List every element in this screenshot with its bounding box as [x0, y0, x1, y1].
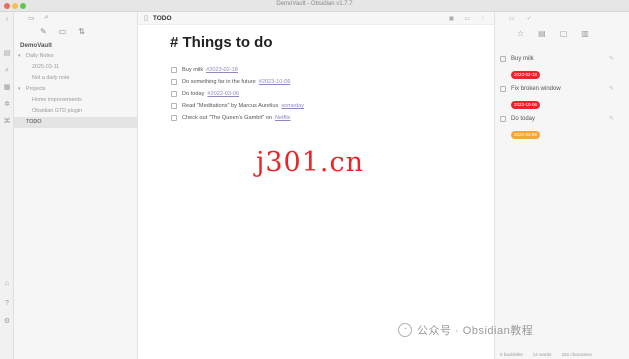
- right-toolbar: ☆ ▤ ▢ ▥: [495, 24, 629, 42]
- file-explorer: ▭ ⌕ ✎ ▭ ⇅ DemoVault ▾ Daily Notes 2025-0…: [14, 12, 138, 359]
- command-icon[interactable]: ⌘: [3, 118, 11, 126]
- note-heading[interactable]: # Things to do: [170, 34, 273, 51]
- folder-tab-icon[interactable]: ▭: [28, 14, 35, 22]
- task-text[interactable]: Check out "The Queen's Gambit" on: [182, 115, 272, 121]
- right-tab-bar: ▭ ✓: [495, 12, 629, 24]
- task-checkbox[interactable]: [171, 67, 177, 73]
- new-folder-icon[interactable]: ▭: [59, 27, 67, 36]
- explorer-tab-bar: ▭ ⌕: [14, 12, 137, 24]
- more-options-icon[interactable]: ⋮: [480, 15, 486, 22]
- search-icon[interactable]: ⌕: [3, 67, 11, 75]
- task-checkbox[interactable]: [171, 91, 177, 97]
- task-item: Buy milk #2023-02-18: [171, 64, 304, 76]
- file-item[interactable]: Obsidian GTD plugin: [14, 106, 137, 117]
- task-item: Do today #2022-03-06: [171, 88, 304, 100]
- right-sidebar: ▭ ✓ ☆ ▤ ▢ ▥ Buy milk 2023-02-18 ✎ Fix br…: [494, 12, 629, 359]
- word-count: 14 words: [532, 352, 552, 357]
- file-item[interactable]: Not a daily note: [14, 73, 137, 84]
- window-title: DemoVault - Obsidian v1.7.7: [276, 1, 353, 7]
- folder-projects[interactable]: ▾ Projects: [14, 84, 137, 95]
- folder-label: Projects: [26, 86, 46, 92]
- task-checkbox[interactable]: [500, 85, 506, 92]
- title-bar: DemoVault - Obsidian v1.7.7: [0, 0, 629, 12]
- chevron-down-icon: ▾: [18, 53, 21, 59]
- trash-icon[interactable]: ▥: [581, 29, 589, 38]
- vault-switch-icon[interactable]: ⌂: [3, 280, 11, 288]
- document-icon: ▯: [144, 15, 148, 22]
- folder-daily-notes[interactable]: ▾ Daily Notes: [14, 51, 137, 62]
- vault-name[interactable]: DemoVault: [14, 38, 137, 51]
- edit-icon[interactable]: ✎: [609, 85, 614, 92]
- task-tag-link[interactable]: #2023-10-06: [259, 79, 291, 85]
- check-icon[interactable]: ✓: [527, 15, 532, 22]
- sidebar-task: Do today 2022-03-06 ✎: [500, 114, 620, 141]
- task-list: Buy milk #2023-02-18 Do something far in…: [171, 64, 304, 124]
- task-text[interactable]: Do today: [182, 91, 204, 97]
- task-tag-link[interactable]: #2022-03-06: [207, 91, 239, 97]
- file-item[interactable]: 2025-03-11: [14, 62, 137, 73]
- editor-pane: ▯ TODO ▣ ▭ ⋮ # Things to do Buy milk #20…: [138, 12, 494, 359]
- folder-label: Daily Notes: [26, 53, 54, 59]
- file-label: 2025-03-11: [32, 64, 60, 70]
- task-checkbox[interactable]: [171, 103, 177, 109]
- file-label: TODO: [26, 119, 42, 125]
- task-tag-link[interactable]: #2023-02-18: [206, 67, 238, 73]
- edit-icon[interactable]: ✎: [609, 115, 614, 122]
- backlinks-count[interactable]: 0 backlinks: [500, 352, 523, 357]
- chevron-down-icon: ▾: [18, 86, 21, 92]
- pane-icon[interactable]: ▭: [509, 15, 515, 22]
- file-item[interactable]: Home improvements: [14, 95, 137, 106]
- task-tag-link[interactable]: Netflix: [275, 115, 291, 121]
- split-icon[interactable]: ▭: [464, 15, 470, 22]
- file-label: Home improvements: [32, 97, 82, 103]
- brand-watermark: ◔ 公众号 · Obsidian教程: [398, 322, 533, 338]
- sidebar-task: Buy milk 2023-02-18 ✎: [500, 54, 620, 81]
- reading-view-icon[interactable]: ▣: [449, 15, 455, 22]
- search-tab-icon[interactable]: ⌕: [45, 14, 49, 22]
- new-note-icon[interactable]: ✎: [40, 27, 47, 36]
- due-date-badge: 2022-03-06: [511, 131, 541, 139]
- task-item: Do something far in the future #2023-10-…: [171, 76, 304, 88]
- task-checkbox[interactable]: [500, 115, 506, 122]
- star-icon[interactable]: ☆: [517, 29, 524, 38]
- due-date-badge: 2023-02-18: [511, 71, 541, 79]
- file-tree: DemoVault ▾ Daily Notes 2025-03-11 Not a…: [14, 38, 137, 128]
- task-label[interactable]: Fix broken window: [511, 86, 561, 92]
- watermark-text: j301.cn: [256, 147, 364, 178]
- explorer-toolbar: ✎ ▭ ⇅: [14, 24, 137, 38]
- task-item: Check out "The Queen's Gambit" on Netfli…: [171, 112, 304, 124]
- tab-title[interactable]: TODO: [153, 15, 172, 22]
- task-tag-link[interactable]: someday: [281, 103, 304, 109]
- task-label[interactable]: Buy milk: [511, 56, 534, 62]
- task-text[interactable]: Read "Meditations" by Marcus Aurelius: [182, 103, 278, 109]
- graph-icon[interactable]: ✲: [3, 101, 11, 109]
- ribbon: ‹ ▤ ⌕ ▦ ✲ ⌘ ⌂ ? ⚙: [0, 12, 14, 359]
- inbox-icon[interactable]: ▢: [560, 29, 568, 38]
- file-label: Not a daily note: [32, 75, 70, 81]
- calendar-icon[interactable]: ▤: [538, 29, 546, 38]
- character-count: 232 characters: [561, 352, 592, 357]
- editor-tab-header: ▯ TODO ▣ ▭ ⋮: [138, 12, 494, 25]
- status-bar: 0 backlinks 14 words 232 characters: [494, 350, 629, 359]
- sidebar-toggle-icon[interactable]: ‹: [3, 16, 11, 24]
- task-checkbox[interactable]: [171, 115, 177, 121]
- files-icon[interactable]: ▤: [3, 50, 11, 58]
- file-label: Obsidian GTD plugin: [32, 108, 83, 114]
- due-date-badge: 2023-10-06: [511, 101, 541, 109]
- wechat-icon: ◔: [398, 323, 412, 337]
- task-text[interactable]: Do something far in the future: [182, 79, 256, 85]
- task-checkbox[interactable]: [171, 79, 177, 85]
- task-label[interactable]: Do today: [511, 116, 535, 122]
- brand-text: 公众号 · Obsidian教程: [417, 325, 534, 337]
- task-text[interactable]: Buy milk: [182, 67, 203, 73]
- sort-icon[interactable]: ⇅: [78, 27, 85, 36]
- task-checkbox[interactable]: [500, 55, 506, 62]
- calendar-icon[interactable]: ▦: [3, 84, 11, 92]
- edit-icon[interactable]: ✎: [609, 55, 614, 62]
- task-item: Read "Meditations" by Marcus Aurelius so…: [171, 100, 304, 112]
- sidebar-task: Fix broken window 2023-10-06 ✎: [500, 84, 620, 111]
- help-icon[interactable]: ?: [3, 300, 11, 308]
- file-item-active[interactable]: TODO: [14, 117, 137, 128]
- settings-icon[interactable]: ⚙: [3, 318, 11, 326]
